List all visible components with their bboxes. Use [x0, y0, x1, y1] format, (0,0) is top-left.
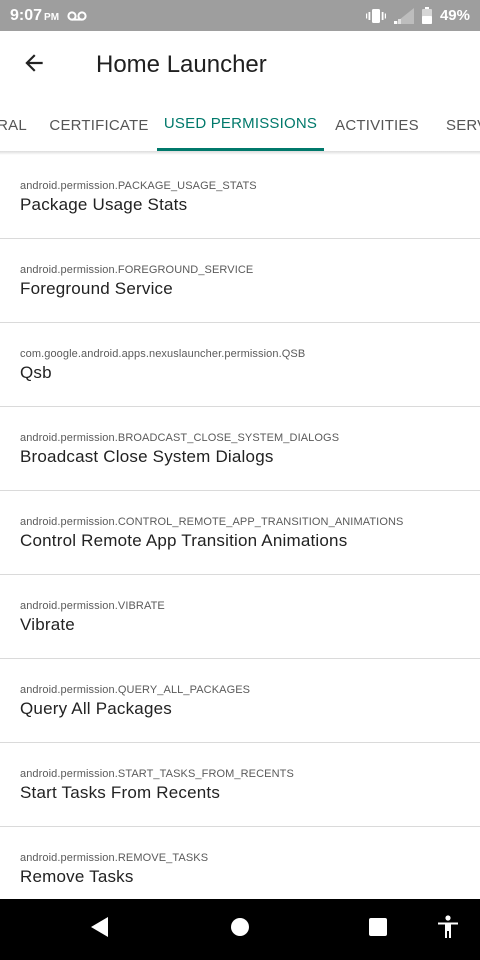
- tab-used-permissions[interactable]: USED PERMISSIONS: [157, 99, 324, 151]
- signal-icon: [393, 7, 414, 24]
- permission-label: Qsb: [20, 363, 52, 382]
- tab-bar: RAL CERTIFICATE USED PERMISSIONS ACTIVIT…: [0, 99, 480, 151]
- nav-back-button[interactable]: [70, 899, 130, 960]
- page-title: Home Launcher: [96, 51, 267, 78]
- permission-id: android.permission.FOREGROUND_SERVICE: [20, 264, 254, 276]
- permission-label: Start Tasks From Recents: [20, 783, 221, 802]
- permission-list: android.permission.PACKAGE_USAGE_STATS P…: [0, 155, 480, 911]
- list-item[interactable]: android.permission.BROADCAST_CLOSE_SYSTE…: [0, 407, 480, 491]
- permission-id: android.permission.CONTROL_REMOTE_APP_TR…: [20, 516, 404, 528]
- permission-label: Package Usage Stats: [20, 195, 188, 214]
- permission-label: Broadcast Close System Dialogs: [20, 447, 274, 466]
- back-button[interactable]: [0, 31, 68, 99]
- back-triangle-icon: [90, 916, 110, 943]
- list-item[interactable]: android.permission.FOREGROUND_SERVICE Fo…: [0, 239, 480, 323]
- list-item[interactable]: android.permission.START_TASKS_FROM_RECE…: [0, 743, 480, 827]
- permission-id: android.permission.VIBRATE: [20, 600, 165, 612]
- permission-label: Query All Packages: [20, 699, 172, 718]
- battery-icon: [421, 7, 432, 24]
- list-item[interactable]: com.google.android.apps.nexuslauncher.pe…: [0, 323, 480, 407]
- permission-id: android.permission.BROADCAST_CLOSE_SYSTE…: [20, 432, 340, 444]
- permission-label: Vibrate: [20, 615, 75, 634]
- status-time: 9:07 PM: [10, 7, 59, 25]
- tab-activities[interactable]: ACTIVITIES: [328, 99, 426, 151]
- status-ampm: PM: [44, 11, 60, 23]
- navigation-bar: [0, 899, 480, 960]
- home-circle-icon: [230, 917, 250, 942]
- voicemail-icon: [67, 10, 87, 22]
- status-bar: 9:07 PM 49%: [0, 0, 480, 31]
- nav-recents-button[interactable]: [348, 899, 408, 960]
- permission-id: android.permission.PACKAGE_USAGE_STATS: [20, 180, 257, 192]
- tab-services[interactable]: SERV: [436, 99, 480, 151]
- permission-id: android.permission.QUERY_ALL_PACKAGES: [20, 684, 251, 696]
- list-item[interactable]: android.permission.CONTROL_REMOTE_APP_TR…: [0, 491, 480, 575]
- vibrate-icon: [365, 8, 386, 24]
- permission-id: com.google.android.apps.nexuslauncher.pe…: [20, 348, 306, 360]
- permission-label: Control Remote App Transition Animations: [20, 531, 348, 550]
- nav-accessibility-button[interactable]: [418, 899, 478, 960]
- recents-square-icon: [368, 917, 388, 942]
- status-right: 49%: [365, 7, 470, 24]
- status-time-value: 9:07: [10, 6, 43, 24]
- permission-label: Foreground Service: [20, 279, 173, 298]
- arrow-back-icon: [21, 50, 47, 81]
- list-item[interactable]: android.permission.VIBRATE Vibrate: [0, 575, 480, 659]
- list-item[interactable]: android.permission.PACKAGE_USAGE_STATS P…: [0, 155, 480, 239]
- permission-id: android.permission.REMOVE_TASKS: [20, 852, 209, 864]
- permission-label: Remove Tasks: [20, 867, 134, 886]
- battery-percent: 49%: [439, 7, 470, 24]
- permission-id: android.permission.START_TASKS_FROM_RECE…: [20, 768, 294, 780]
- app-bar: Home Launcher: [0, 31, 480, 99]
- accessibility-icon: [437, 915, 459, 944]
- tab-certificate[interactable]: CERTIFICATE: [44, 99, 154, 151]
- nav-home-button[interactable]: [210, 899, 270, 960]
- status-left: 9:07 PM: [10, 7, 87, 25]
- list-item[interactable]: android.permission.QUERY_ALL_PACKAGES Qu…: [0, 659, 480, 743]
- tab-general[interactable]: RAL: [0, 99, 44, 151]
